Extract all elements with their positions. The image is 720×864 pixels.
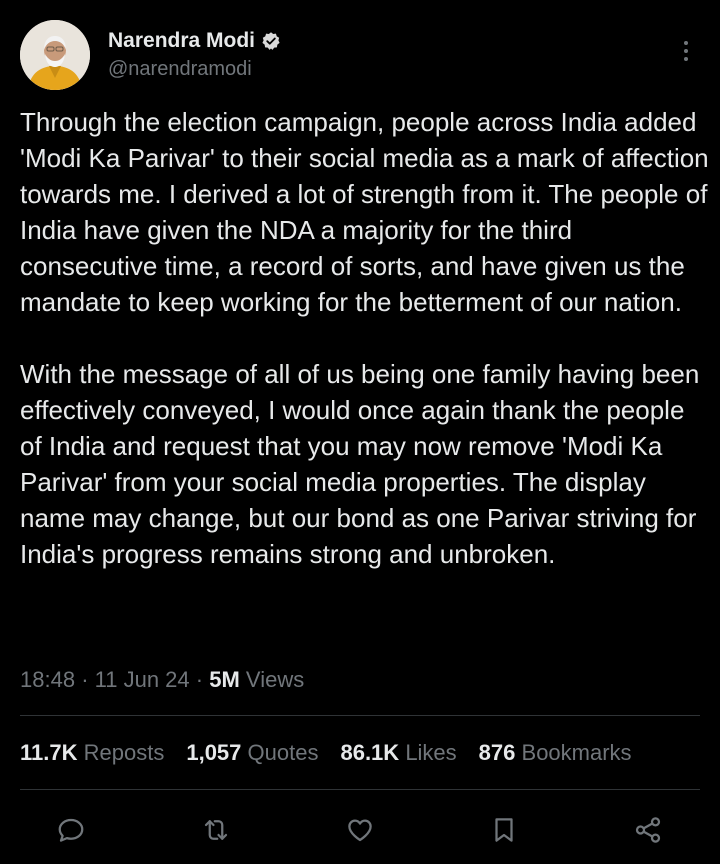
action-bar: [0, 806, 720, 856]
author-name[interactable]: Narendra Modi: [108, 29, 255, 53]
avatar[interactable]: [20, 20, 90, 90]
tweet-text: Through the election campaign, people ac…: [20, 104, 710, 572]
divider: [20, 715, 700, 716]
views-count: 5M: [209, 667, 240, 692]
more-dot: [684, 49, 688, 53]
verified-badge-icon: [261, 31, 281, 51]
quotes-stat[interactable]: 1,057 Quotes: [186, 736, 318, 770]
likes-label: Likes: [405, 740, 457, 765]
more-dot: [684, 41, 688, 45]
meta-separator: ·: [81, 667, 95, 692]
bookmarks-label: Bookmarks: [521, 740, 632, 765]
tweet-paragraph-1: Through the election campaign, people ac…: [20, 107, 709, 317]
tweet-meta: 18:48 · 11 Jun 24 · 5M Views: [20, 664, 304, 696]
like-icon[interactable]: [344, 814, 376, 846]
tweet-date[interactable]: 11 Jun 24: [95, 667, 190, 692]
author-identity: Narendra Modi @narendramodi: [108, 26, 281, 81]
reposts-stat[interactable]: 11.7K Reposts: [20, 736, 164, 770]
reposts-count: 11.7K: [20, 740, 78, 765]
views-label: Views: [245, 667, 305, 692]
likes-stat[interactable]: 86.1K Likes: [340, 736, 456, 770]
bookmark-icon[interactable]: [488, 814, 520, 846]
quotes-label: Quotes: [247, 740, 319, 765]
reply-icon[interactable]: [55, 814, 87, 846]
quotes-count: 1,057: [186, 740, 242, 765]
meta-separator: ·: [195, 667, 210, 692]
more-dot: [684, 57, 688, 61]
share-icon[interactable]: [632, 814, 664, 846]
more-options-icon[interactable]: [674, 36, 698, 66]
bookmarks-stat[interactable]: 876 Bookmarks: [479, 736, 632, 770]
name-row: Narendra Modi: [108, 26, 281, 56]
bookmarks-count: 876: [478, 740, 516, 765]
likes-count: 86.1K: [340, 740, 400, 765]
divider: [20, 789, 700, 790]
engagement-stats: 11.7K Reposts 1,057 Quotes 86.1K Likes 8…: [20, 736, 654, 770]
repost-icon[interactable]: [200, 814, 232, 846]
author-handle[interactable]: @narendramodi: [108, 58, 281, 81]
tweet-paragraph-2: With the message of all of us being one …: [20, 359, 700, 569]
reposts-label: Reposts: [83, 740, 165, 765]
tweet-header: Narendra Modi @narendramodi: [20, 20, 700, 92]
tweet-time[interactable]: 18:48: [20, 667, 75, 692]
